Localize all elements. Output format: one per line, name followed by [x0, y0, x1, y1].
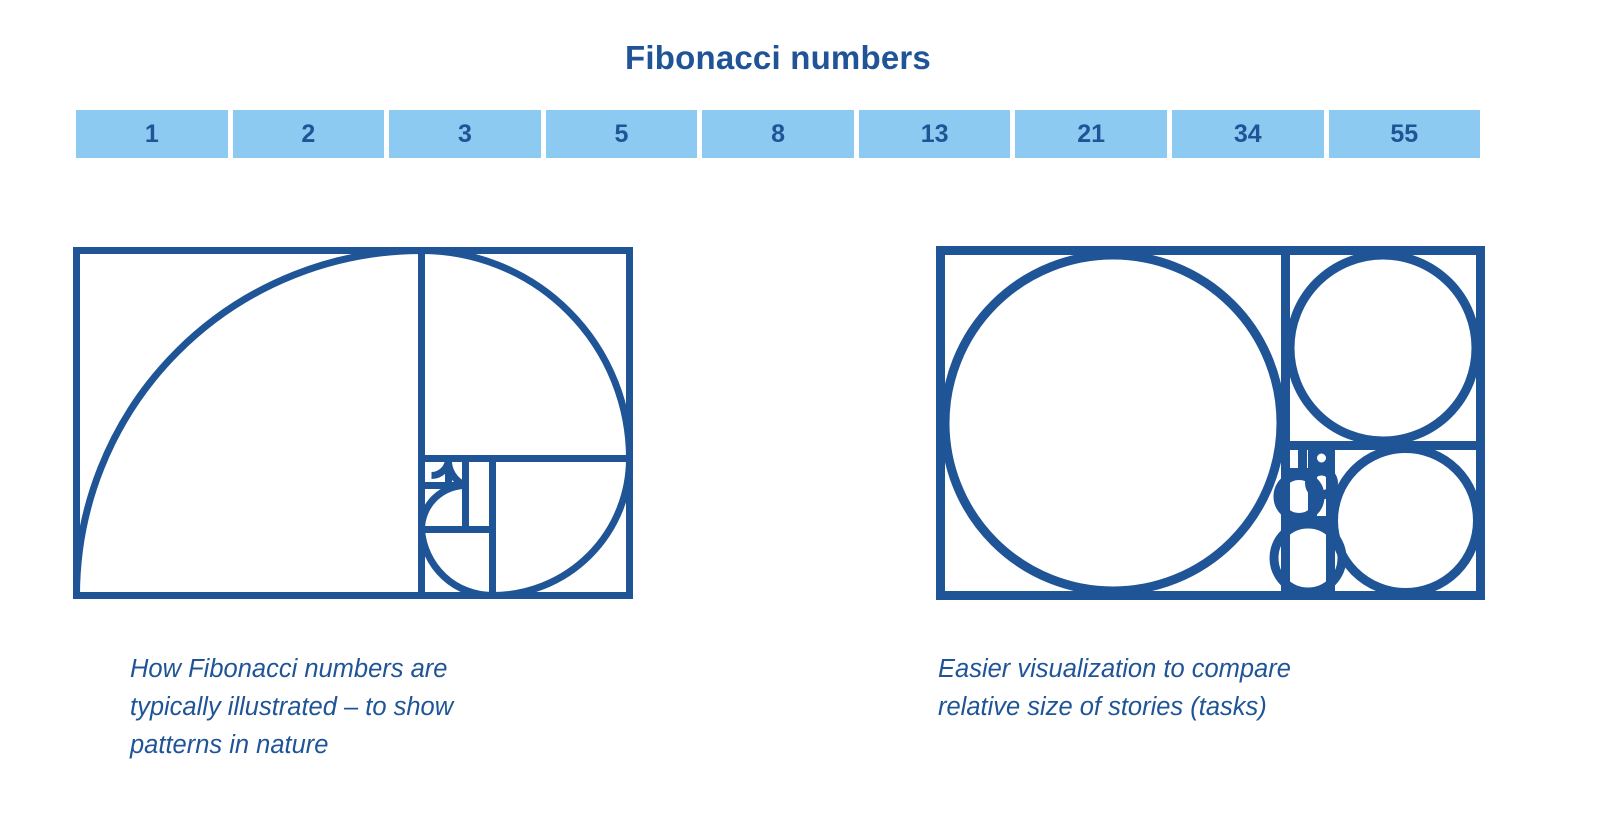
circle-34 [1285, 250, 1481, 446]
fibonacci-cell: 8 [702, 110, 854, 158]
caption-line: How Fibonacci numbers are [130, 655, 448, 683]
caption-line: typically illustrated – to show [130, 693, 454, 721]
fibonacci-spiral-diagram [70, 244, 636, 602]
caption-line: relative size of stories (tasks) [938, 693, 1267, 721]
outer-rectangle [73, 247, 633, 599]
spiral-arc-5 [418, 482, 466, 530]
slide-canvas: Fibonacci numbers 1235813213455 [0, 0, 1600, 837]
spiral-arc-13 [492, 458, 633, 599]
right-diagram-caption: Easier visualization to compare relative … [938, 650, 1478, 726]
circle-21 [1329, 444, 1482, 597]
caption-line: patterns in nature [130, 731, 329, 759]
fibonacci-cell: 34 [1171, 110, 1324, 158]
caption-line: Easier visualization to compare [938, 655, 1291, 683]
fibonacci-cell: 2 [232, 110, 385, 158]
fibonacci-cell: 21 [1015, 110, 1167, 158]
circle-5 [1305, 466, 1338, 500]
circle-3 [1308, 444, 1335, 472]
fibonacci-cell: 55 [1328, 110, 1481, 158]
fibonacci-cell: 5 [545, 110, 698, 158]
fibonacci-cell: 1 [76, 110, 228, 158]
fibonacci-number-strip: 1 2 3 5 8 13 21 34 55 [76, 110, 1481, 158]
fibonacci-cell: 3 [389, 110, 541, 158]
fibonacci-cell: 13 [858, 110, 1011, 158]
spiral-arc-34 [73, 247, 422, 596]
spiral-arc-8 [418, 529, 493, 600]
outer-rectangle [936, 246, 1485, 600]
page-title: Fibonacci numbers [625, 39, 931, 76]
fibonacci-circles-diagram [934, 244, 1487, 602]
circle-55 [940, 250, 1286, 596]
spiral-arc-21 [421, 247, 633, 459]
spiral-svg [73, 247, 633, 600]
circles-svg [936, 246, 1485, 600]
left-diagram-caption: How Fibonacci numbers are typically illus… [130, 650, 630, 764]
